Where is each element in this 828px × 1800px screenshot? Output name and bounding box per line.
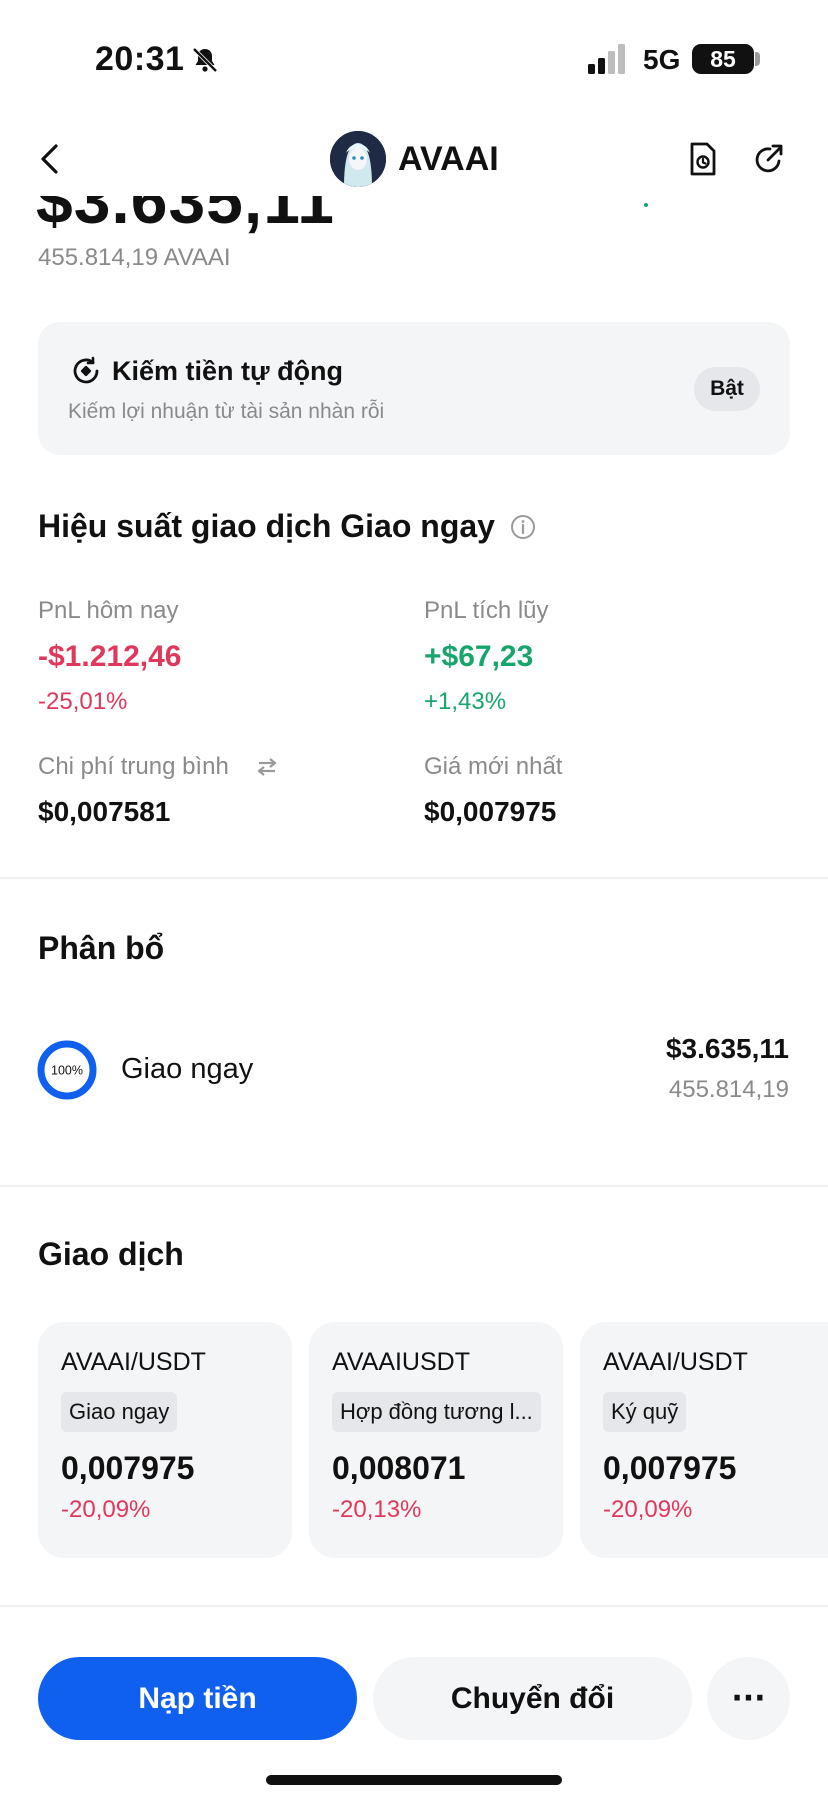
allocation-percent-label: 100% <box>51 1064 83 1078</box>
pnl-cumulative-value: +$67,23 <box>424 640 534 673</box>
battery-indicator: 85 <box>692 44 754 74</box>
trade-card-change: -20,09% <box>61 1496 151 1523</box>
history-document-icon[interactable] <box>686 141 720 177</box>
auto-earn-title: Kiếm tiền tự động <box>112 356 344 386</box>
deposit-button[interactable]: Nạp tiền <box>38 1657 357 1740</box>
allocation-item-name: Giao ngay <box>121 1053 254 1085</box>
allocation-item-usd: $3.635,11 <box>665 1033 789 1064</box>
auto-earn-icon <box>73 356 99 384</box>
trade-card-type: Ký quỹ <box>603 1392 687 1432</box>
balance-usd: $3.635,11 <box>36 196 335 237</box>
balance-clip: $3.635,11 <box>0 196 828 242</box>
average-cost-value: $0,007581 <box>38 796 171 827</box>
trade-card-price: 0,008071 <box>332 1450 466 1486</box>
more-options-button[interactable]: ··· <box>707 1657 790 1740</box>
network-label: 5G <box>643 44 681 75</box>
trade-card-price: 0,007975 <box>603 1450 737 1486</box>
pnl-cumulative-percent: +1,43% <box>424 688 507 715</box>
pnl-today-percent: -25,01% <box>38 688 128 715</box>
status-time: 20:31 <box>95 40 185 78</box>
trade-card-change: -20,09% <box>603 1496 693 1523</box>
page-title: AVAAI <box>398 140 499 178</box>
trade-card-price: 0,007975 <box>61 1450 195 1486</box>
section-divider <box>0 877 828 879</box>
pnl-today-label: PnL hôm nay <box>38 597 179 624</box>
average-cost-label: Chi phí trung bình <box>38 753 229 780</box>
trade-title: Giao dịch <box>38 1236 184 1272</box>
trade-card-change: -20,13% <box>332 1496 422 1523</box>
last-price-value: $0,007975 <box>424 796 557 827</box>
info-icon[interactable] <box>510 514 536 540</box>
last-price-label: Giá mới nhất <box>424 753 563 780</box>
cellular-signal-icon <box>588 44 625 74</box>
auto-earn-subtitle: Kiếm lợi nhuận từ tài sản nhàn rỗi <box>68 400 385 423</box>
section-divider <box>0 1605 828 1607</box>
auto-earn-card[interactable] <box>38 322 790 455</box>
swap-arrows-icon[interactable] <box>256 756 278 778</box>
battery-cap <box>755 52 760 66</box>
balance-token-amount: 455.814,19 AVAAI <box>38 244 231 271</box>
sparkline-dot <box>644 203 648 207</box>
back-chevron-icon[interactable] <box>36 142 66 176</box>
token-avatar <box>330 131 386 187</box>
bell-slash-icon <box>192 47 218 73</box>
convert-button[interactable]: Chuyển đổi <box>373 1657 692 1740</box>
performance-title: Hiệu suất giao dịch Giao ngay <box>38 508 495 544</box>
pnl-today-value: -$1.212,46 <box>38 640 182 673</box>
section-divider <box>0 1185 828 1187</box>
trade-card-type: Hợp đồng tương l... <box>332 1392 541 1432</box>
pnl-cumulative-label: PnL tích lũy <box>424 597 549 624</box>
trade-card-pair: AVAAI/USDT <box>61 1348 206 1376</box>
trade-card-type: Giao ngay <box>61 1392 178 1432</box>
trade-card-pair: AVAAI/USDT <box>603 1348 748 1376</box>
allocation-title: Phân bổ <box>38 930 165 966</box>
share-arrow-icon[interactable] <box>752 141 786 177</box>
trade-card-pair: AVAAIUSDT <box>332 1348 470 1376</box>
allocation-ring: 100% <box>37 1040 97 1100</box>
home-indicator <box>266 1775 562 1785</box>
enable-auto-earn-button[interactable]: Bật <box>694 367 760 411</box>
allocation-item-amount: 455.814,19 <box>668 1076 789 1103</box>
